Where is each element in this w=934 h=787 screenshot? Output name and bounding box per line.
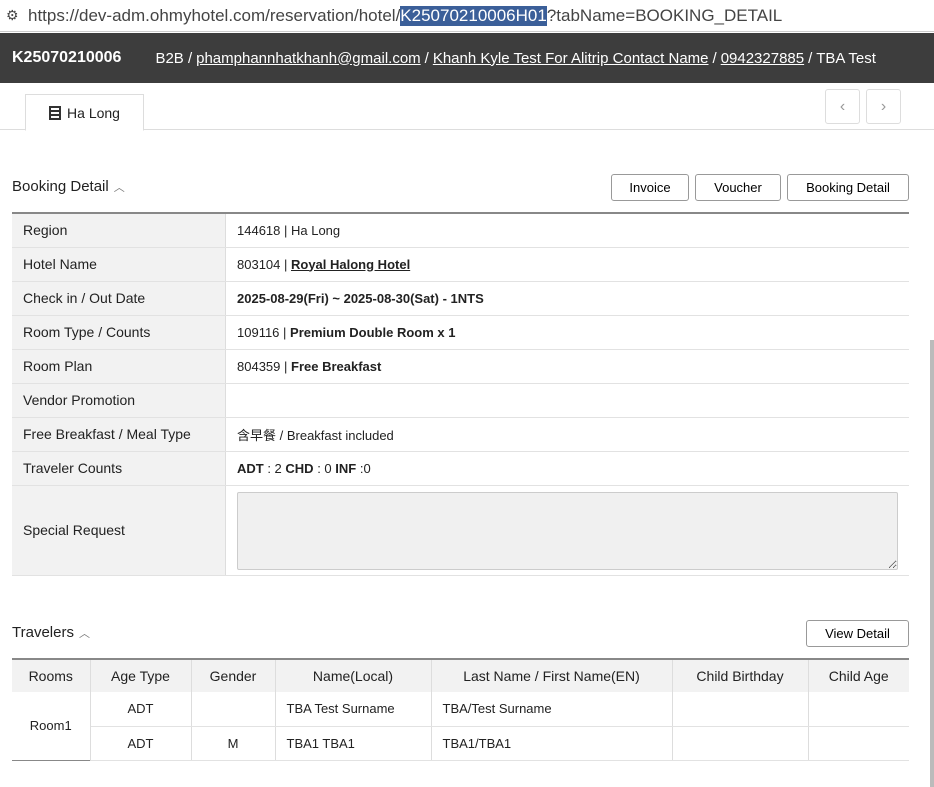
col-age-type: Age Type bbox=[90, 659, 192, 692]
plan-code: 804359 | bbox=[237, 358, 288, 374]
invoice-button[interactable]: Invoice bbox=[611, 174, 689, 201]
adt-count: : 2 bbox=[263, 460, 286, 476]
hotel-code: 803104 | bbox=[237, 256, 288, 272]
travelers-toggle[interactable]: Travelers ︿ bbox=[12, 624, 90, 641]
age-type: ADT bbox=[90, 726, 192, 761]
tab-ha-long[interactable]: Ha Long bbox=[25, 94, 144, 131]
prev-tab-button[interactable]: ‹ bbox=[825, 89, 860, 124]
col-rooms: Rooms bbox=[12, 659, 91, 692]
room-name: Premium Double Room x 1 bbox=[290, 324, 456, 340]
hotel-icon bbox=[49, 105, 62, 120]
special-request-input[interactable] bbox=[237, 491, 898, 570]
table-row: ADT M TBA1 TBA1 TBA1/TBA1 bbox=[12, 726, 909, 761]
inf-label: INF bbox=[335, 460, 357, 476]
col-gender: Gender bbox=[191, 659, 276, 692]
value: 2025-08-29(Fri) ~ 2025-08-30(Sat) - 1NTS bbox=[237, 290, 484, 306]
child-age bbox=[808, 726, 909, 761]
label: Traveler Counts bbox=[12, 451, 226, 486]
url-selected: K25070210006H01 bbox=[400, 5, 547, 26]
row-plan: Room Plan 804359 | Free Breakfast bbox=[12, 349, 909, 384]
voucher-button[interactable]: Voucher bbox=[695, 174, 781, 201]
url-prefix: https://dev-adm.ohmyhotel.com/reservatio… bbox=[28, 5, 401, 25]
plan-name: Free Breakfast bbox=[291, 358, 382, 374]
channel: B2B / bbox=[155, 49, 193, 67]
row-meal: Free Breakfast / Meal Type 含早餐 / Breakfas… bbox=[12, 417, 909, 452]
adt-label: ADT bbox=[237, 460, 264, 476]
row-request: Special Request bbox=[12, 485, 909, 576]
row-room: Room Type / Counts 109116 | Premium Doubl… bbox=[12, 315, 909, 350]
address-bar[interactable]: ⚙ https://dev-adm.ohmyhotel.com/reservat… bbox=[0, 0, 934, 32]
room-code: 109116 | bbox=[237, 324, 287, 340]
name-en: TBA1/TBA1 bbox=[431, 726, 673, 761]
col-child-birthday: Child Birthday bbox=[672, 659, 809, 692]
tab-bar: Ha Long ‹ › bbox=[0, 83, 934, 131]
label: Special Request bbox=[12, 485, 226, 576]
booking-number: K25070210006 bbox=[12, 49, 122, 66]
value bbox=[225, 383, 909, 418]
traveler-name: / TBA Test bbox=[808, 49, 876, 67]
phone-link[interactable]: 0942327885 bbox=[721, 50, 804, 67]
label: Region bbox=[12, 213, 226, 248]
value: 含早餐 / Breakfast included bbox=[225, 417, 909, 452]
row-region: Region 144618 | Ha Long bbox=[12, 213, 909, 248]
chevron-up-icon: ︿ bbox=[78, 627, 90, 640]
section-title: Travelers bbox=[12, 624, 74, 641]
inf-count: :0 bbox=[356, 460, 371, 476]
travelers-table: Rooms Age Type Gender Name(Local) Last N… bbox=[12, 658, 909, 761]
row-promotion: Vendor Promotion bbox=[12, 383, 909, 418]
next-tab-button[interactable]: › bbox=[866, 89, 901, 124]
chevron-left-icon: ‹ bbox=[839, 97, 846, 115]
booking-header: K25070210006 B2B / phamphannhatkhanh@gma… bbox=[0, 33, 934, 83]
label: Free Breakfast / Meal Type bbox=[12, 417, 226, 452]
child-age bbox=[808, 692, 909, 727]
chevron-right-icon: › bbox=[880, 97, 887, 115]
col-name-local: Name(Local) bbox=[275, 659, 432, 692]
section-title: Booking Detail bbox=[12, 178, 109, 195]
site-settings-icon[interactable]: ⚙ bbox=[6, 7, 28, 24]
tab-label: Ha Long bbox=[67, 104, 120, 121]
age-type: ADT bbox=[90, 692, 192, 727]
row-dates: Check in / Out Date 2025-08-29(Fri) ~ 202… bbox=[12, 281, 909, 316]
label: Check in / Out Date bbox=[12, 281, 226, 316]
name-local: TBA1 TBA1 bbox=[275, 726, 432, 761]
email-link[interactable]: phamphannhatkhanh@gmail.com bbox=[196, 50, 421, 67]
value: 144618 | Ha Long bbox=[225, 213, 909, 248]
child-birthday bbox=[672, 726, 809, 761]
gender: M bbox=[191, 726, 276, 761]
table-row: Room1 ADT TBA Test Surname TBA/Test Surn… bbox=[12, 692, 909, 760]
booking-detail-toggle[interactable]: Booking Detail ︿ bbox=[12, 178, 125, 195]
name-local: TBA Test Surname bbox=[275, 692, 432, 727]
col-child-age: Child Age bbox=[808, 659, 909, 692]
contact-link[interactable]: Khanh Kyle Test For Alitrip Contact Name bbox=[433, 50, 709, 67]
url-suffix: ?tabName=BOOKING_DETAIL bbox=[546, 5, 783, 25]
room-cell: Room1 bbox=[12, 692, 91, 760]
name-en: TBA/Test Surname bbox=[431, 692, 673, 727]
label: Hotel Name bbox=[12, 247, 226, 282]
label: Room Plan bbox=[12, 349, 226, 384]
row-hotel: Hotel Name 803104 | Royal Halong Hotel bbox=[12, 247, 909, 282]
label: Room Type / Counts bbox=[12, 315, 226, 350]
row-counts: Traveler Counts ADT : 2 CHD : 0 INF :0 bbox=[12, 451, 909, 486]
chevron-up-icon: ︿ bbox=[113, 181, 125, 194]
label: Vendor Promotion bbox=[12, 383, 226, 418]
chd-count: : 0 bbox=[313, 460, 336, 476]
hotel-name-link[interactable]: Royal Halong Hotel bbox=[291, 257, 410, 272]
gender bbox=[191, 692, 276, 727]
col-name-en: Last Name / First Name(EN) bbox=[431, 659, 673, 692]
scrollbar[interactable] bbox=[930, 340, 934, 787]
header-row: Rooms Age Type Gender Name(Local) Last N… bbox=[12, 659, 909, 692]
booking-detail-table: Region 144618 | Ha Long Hotel Name 803104 … bbox=[12, 212, 909, 576]
child-birthday bbox=[672, 692, 809, 727]
chd-label: CHD bbox=[285, 460, 314, 476]
booking-detail-button[interactable]: Booking Detail bbox=[787, 174, 909, 201]
view-detail-button[interactable]: View Detail bbox=[806, 620, 909, 647]
